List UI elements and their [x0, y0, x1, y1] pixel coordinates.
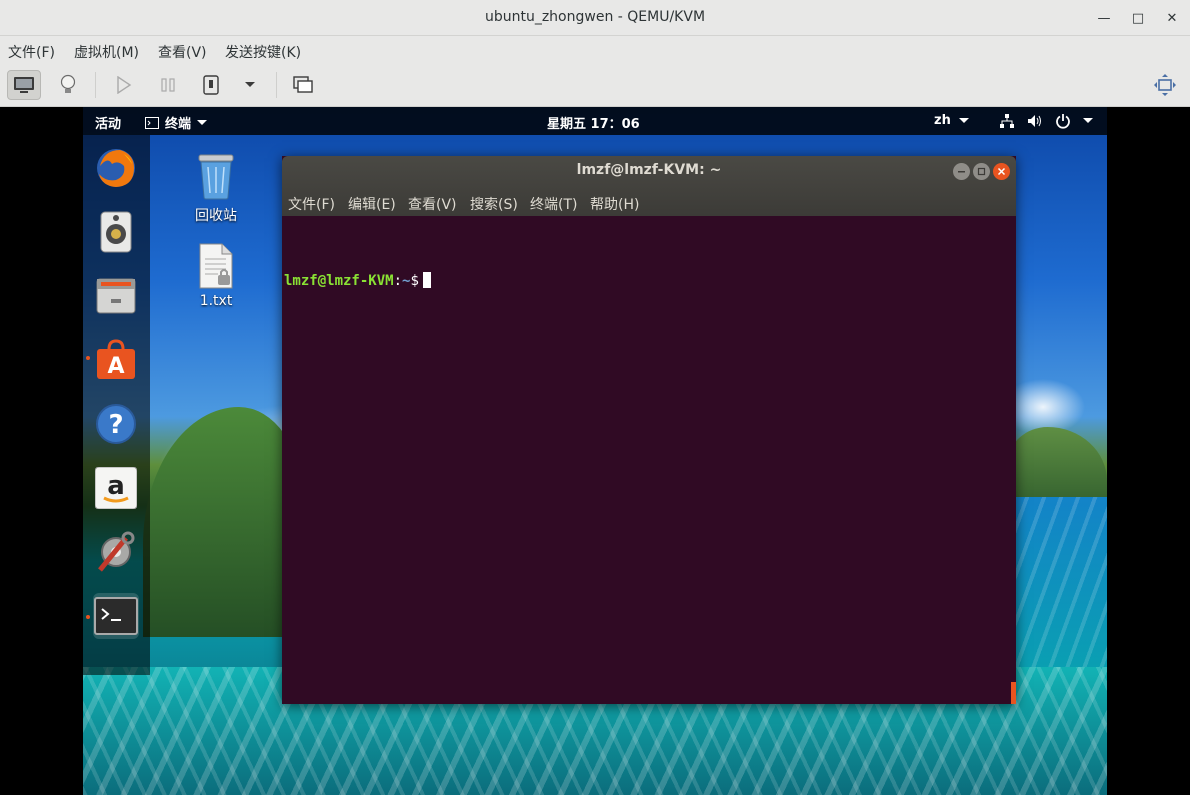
system-menu[interactable]: [999, 113, 1093, 129]
dock-item-settings[interactable]: [93, 529, 139, 575]
prompt-user-host: lmzf@lmzf-KVM: [284, 273, 394, 289]
input-method-label: zh: [934, 113, 951, 128]
scroll-indicator[interactable]: [1011, 682, 1016, 704]
terminal-window[interactable]: lmzf@lmzf-KVM: ~ 文件(F) 编辑(E) 查看(V) 搜索(S)…: [282, 156, 1016, 704]
lightbulb-icon: [60, 74, 76, 93]
dock-item-firefox[interactable]: [93, 145, 139, 191]
minimize-button[interactable]: —: [1093, 8, 1115, 28]
software-icon: A: [97, 339, 135, 379]
fullscreen-icon: [1154, 74, 1176, 96]
text-cursor: [422, 272, 431, 288]
pause-icon: [161, 78, 175, 92]
terminal-menu-help[interactable]: 帮助(H): [590, 194, 639, 214]
menu-view[interactable]: 查看(V): [158, 42, 207, 62]
dock-item-software[interactable]: A: [93, 337, 139, 383]
window-title: ubuntu_zhongwen - QEMU/KVM: [484, 9, 706, 25]
dock-item-rhythmbox[interactable]: [93, 209, 139, 255]
pause-button[interactable]: [151, 70, 185, 100]
amazon-icon: a: [95, 467, 137, 509]
text-file-icon: [199, 243, 233, 289]
toolbar-separator: [276, 72, 277, 98]
terminal-icon: [94, 597, 138, 635]
running-indicator: [86, 356, 90, 360]
help-icon: ?: [96, 404, 136, 444]
play-icon: [117, 76, 132, 94]
dock-item-files[interactable]: [93, 273, 139, 319]
prompt-separator: :: [393, 273, 403, 289]
terminal-menu-file[interactable]: 文件(F): [288, 194, 335, 214]
snapshots-button[interactable]: [286, 70, 320, 100]
activities-button[interactable]: 活动: [95, 113, 121, 132]
wallpaper-hills: [143, 407, 303, 637]
desktop-icon-label: 回收站: [195, 208, 237, 224]
terminal-minimize-button[interactable]: [953, 163, 970, 180]
shutdown-button[interactable]: [194, 70, 228, 100]
terminal-header: lmzf@lmzf-KVM: ~ 文件(F) 编辑(E) 查看(V) 搜索(S)…: [282, 156, 1016, 216]
terminal-title: lmzf@lmzf-KVM: ~: [576, 162, 722, 178]
close-icon: [997, 167, 1006, 176]
menu-vm[interactable]: 虚拟机(M): [74, 42, 139, 62]
terminal-small-icon: [145, 116, 159, 129]
power-icon: [203, 75, 219, 95]
terminal-body[interactable]: lmzf@lmzf-KVM:~$: [282, 216, 1016, 704]
host-titlebar: ubuntu_zhongwen - QEMU/KVM — □ ✕: [0, 0, 1190, 36]
firefox-icon: [97, 149, 135, 187]
menu-send-key[interactable]: 发送按键(K): [225, 42, 301, 62]
clock[interactable]: 星期五 17：06: [547, 113, 640, 132]
dock-item-amazon[interactable]: a: [93, 465, 139, 511]
desktop-icon-trash[interactable]: 回收站: [181, 153, 251, 225]
guest-desktop[interactable]: 活动 终端 星期五 17：06 zh A ? a 回收站 1.txt lmzf@…: [83, 107, 1107, 795]
terminal-maximize-button[interactable]: [973, 163, 990, 180]
dock-item-terminal[interactable]: [93, 593, 139, 639]
terminal-menu-edit[interactable]: 编辑(E): [348, 194, 396, 214]
svg-text:a: a: [107, 471, 125, 501]
svg-text:?: ?: [108, 410, 123, 440]
chevron-down-icon: [1083, 118, 1093, 123]
terminal-close-button[interactable]: [993, 163, 1010, 180]
svg-text:A: A: [107, 354, 124, 379]
menu-file[interactable]: 文件(F): [8, 42, 55, 62]
network-icon: [1000, 114, 1014, 128]
terminal-menu-view[interactable]: 查看(V): [408, 194, 457, 214]
dropdown-icon: [245, 82, 255, 87]
host-menubar: 文件(F) 虚拟机(M) 查看(V) 发送按键(K): [0, 37, 1190, 64]
maximize-icon: [977, 167, 986, 176]
rhythmbox-icon: [100, 211, 132, 253]
app-menu-label: 终端: [165, 117, 192, 132]
wallpaper-sea-right: [1008, 497, 1107, 667]
dock-item-help[interactable]: ?: [93, 401, 139, 447]
running-indicator: [86, 615, 90, 619]
desktop-icon-file[interactable]: 1.txt: [181, 243, 251, 309]
toolbar-separator: [95, 72, 96, 98]
dock: A ? a: [83, 135, 150, 675]
maximize-button[interactable]: □: [1127, 8, 1149, 28]
shutdown-menu-button[interactable]: [233, 70, 267, 100]
console-view-button[interactable]: [7, 70, 41, 100]
monitor-icon: [14, 77, 34, 93]
files-icon: [96, 278, 136, 314]
app-menu[interactable]: 终端: [145, 113, 208, 132]
prompt-symbol: $: [410, 273, 419, 289]
fullscreen-button[interactable]: [1148, 70, 1182, 100]
details-view-button[interactable]: [51, 70, 85, 100]
screenshot-icon: [293, 76, 313, 93]
terminal-menu-search[interactable]: 搜索(S): [470, 194, 518, 214]
host-toolbar: [0, 64, 1190, 107]
gnome-top-panel: 活动 终端 星期五 17：06 zh: [83, 107, 1107, 135]
trash-icon: [198, 154, 234, 200]
close-button[interactable]: ✕: [1161, 8, 1183, 28]
chevron-down-icon: [958, 117, 969, 123]
power-icon: [1056, 114, 1070, 129]
settings-icon: [98, 531, 135, 572]
input-method-menu[interactable]: zh: [934, 113, 969, 128]
terminal-menu-terminal[interactable]: 终端(T): [530, 194, 577, 214]
shell-prompt: lmzf@lmzf-KVM:~$: [284, 272, 431, 289]
chevron-down-icon: [197, 119, 208, 125]
desktop-icon-label: 1.txt: [199, 293, 233, 309]
run-button[interactable]: [107, 70, 141, 100]
minimize-icon: [958, 171, 965, 173]
volume-icon: [1028, 115, 1041, 127]
